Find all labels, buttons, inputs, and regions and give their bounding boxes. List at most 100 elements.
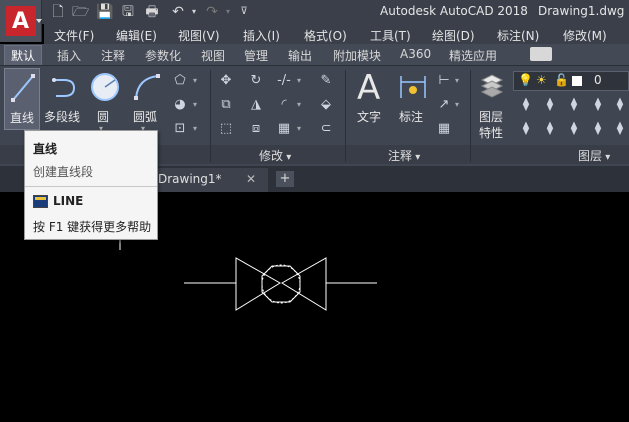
tooltip-command: LINE [53,194,84,208]
menu-dimension[interactable]: 标注(N) [497,27,539,44]
arc-tool-button[interactable]: 圆弧 ▾ [128,68,164,133]
save-icon[interactable]: 💾 [96,4,113,20]
layer-lock-icon[interactable]: ⧫ [590,97,606,113]
layer-thaw-icon: ☀ [536,73,547,87]
tooltip-title: 直线 [33,142,58,156]
panel-separator [470,70,471,162]
undo-icon[interactable]: ↶ [170,4,186,20]
new-tab-icon[interactable]: + [276,171,294,187]
polygon-icon[interactable]: ⬠ [172,73,188,89]
layers-panel-title[interactable]: 图层 [578,147,610,164]
array-icon[interactable]: ▦ [276,121,292,137]
modify-panel-title[interactable]: 修改 [259,147,291,164]
menu-format[interactable]: 格式(O) [304,27,347,44]
copy-icon[interactable]: ⧉ [218,97,234,113]
array-dropdown-icon[interactable]: ▾ [297,124,301,133]
region-dropdown-icon[interactable]: ▾ [193,124,197,133]
linear-dimension-icon[interactable]: ⊢ [436,73,452,89]
layer-walk-icon[interactable]: ⧫ [542,121,558,137]
tab-parametric[interactable]: 参数化 [145,47,181,64]
layer-dropdown[interactable]: 💡 ☀ 🔓 0 [513,71,629,91]
layer-thaw-all-icon[interactable]: ⧫ [566,121,582,137]
valve-symbol [184,257,377,311]
layer-properties-icon [480,74,504,98]
dimension-label: 标注 [399,110,424,124]
application-menu-button[interactable]: A [0,0,42,42]
move-icon[interactable]: ✥ [218,73,234,89]
text-tool-button[interactable]: A 文字 [352,68,390,130]
customize-quick-access-icon[interactable]: ⊽ [236,4,252,20]
rotate-icon[interactable]: ↻ [248,73,264,89]
tab-output[interactable]: 输出 [288,47,312,64]
tab-view[interactable]: 视图 [201,47,225,64]
linear-dimension-dropdown-icon[interactable]: ▾ [455,76,459,85]
line-icon [11,74,35,102]
tab-home[interactable]: 默认 [4,45,43,65]
open-folder-icon[interactable]: 🗁 [72,4,89,20]
new-file-icon[interactable]: 🗋 [50,4,66,20]
hatch-icon[interactable]: ◕ [172,97,188,113]
layer-on-icon: 💡 [518,73,533,87]
fillet-icon[interactable]: ◜ [276,97,292,113]
command-line-icon [33,195,48,208]
layer-off-icon[interactable]: ⧫ [518,97,534,113]
menu-view[interactable]: 视图(V) [178,27,220,44]
region-icon[interactable]: ⊡ [172,121,188,137]
stretch-icon[interactable]: ⬚ [218,121,234,137]
menu-insert[interactable]: 插入(I) [243,27,280,44]
redo-icon[interactable]: ↷ [204,4,220,20]
polygon-dropdown-icon[interactable]: ▾ [193,76,197,85]
tab-addins[interactable]: 附加模块 [333,47,381,64]
tab-a360[interactable]: A360 [400,47,431,61]
text-icon: A [357,68,381,108]
menu-draw[interactable]: 绘图(D) [432,27,475,44]
layer-current-icon[interactable]: ⧫ [518,121,534,137]
arc-icon [134,74,160,100]
autocad-logo: A [5,6,42,36]
layer-isolate-icon[interactable]: ⧫ [542,97,558,113]
hatch-dropdown-icon[interactable]: ▾ [193,100,197,109]
menu-edit[interactable]: 编辑(E) [116,27,157,44]
menu-modify[interactable]: 修改(M) [563,27,607,44]
close-tab-icon[interactable]: ✕ [246,172,256,186]
menu-tools[interactable]: 工具(T) [370,27,411,44]
redo-dropdown-icon[interactable]: ▾ [220,4,236,20]
trim-dropdown-icon[interactable]: ▾ [297,76,301,85]
tab-insert[interactable]: 插入 [57,47,81,64]
tab-manage[interactable]: 管理 [244,47,268,64]
tab-featured-apps[interactable]: 精选应用 [449,47,497,64]
explode-icon[interactable]: ⬙ [318,97,334,113]
layer-properties-label-1: 图层 [479,110,504,124]
polyline-tool-button[interactable]: 多段线 [44,68,84,130]
scale-icon[interactable]: ⧈ [248,121,264,137]
menu-file[interactable]: 文件(F) [54,27,94,44]
save-as-icon[interactable]: 🖫 [120,4,136,20]
line-tool-button[interactable]: 直线 [4,68,40,130]
erase-icon[interactable]: ✎ [318,73,334,89]
layer-freeze-icon[interactable]: ⧫ [566,97,582,113]
layer-match-icon[interactable]: ⧫ [612,97,628,113]
layer-properties-button[interactable]: 图层 特性 [474,68,510,140]
annotation-panel-title[interactable]: 注释 [388,147,420,164]
tab-annotate[interactable]: 注释 [101,47,125,64]
fillet-dropdown-icon[interactable]: ▾ [297,100,301,109]
tooltip-divider [25,186,157,187]
trim-icon[interactable]: -/- [276,73,292,89]
offset-icon[interactable]: ⊂ [318,121,334,137]
tooltip-help: 按 F1 键获得更多帮助 [33,220,152,234]
print-icon[interactable]: 🖶 [144,4,160,20]
ribbon-display-toggle-icon[interactable] [530,47,552,61]
mirror-icon[interactable]: ◮ [248,97,264,113]
table-icon[interactable]: ▦ [436,121,452,137]
document-tab[interactable]: Drawing1* ✕ [150,168,268,192]
polyline-icon [52,78,76,97]
line-tooltip: 直线 创建直线段 LINE 按 F1 键获得更多帮助 [24,130,158,240]
layer-on-all-icon[interactable]: ⧫ [612,121,628,137]
dimension-tool-button[interactable]: 标注 [394,68,432,130]
circle-tool-button[interactable]: 圆 ▾ [86,68,122,133]
arc-label: 圆弧 [133,110,158,124]
undo-dropdown-icon[interactable]: ▾ [186,4,202,20]
leader-dropdown-icon[interactable]: ▾ [455,100,459,109]
layer-unlock-all-icon[interactable]: ⧫ [590,121,606,137]
leader-icon[interactable]: ↗ [436,97,452,113]
